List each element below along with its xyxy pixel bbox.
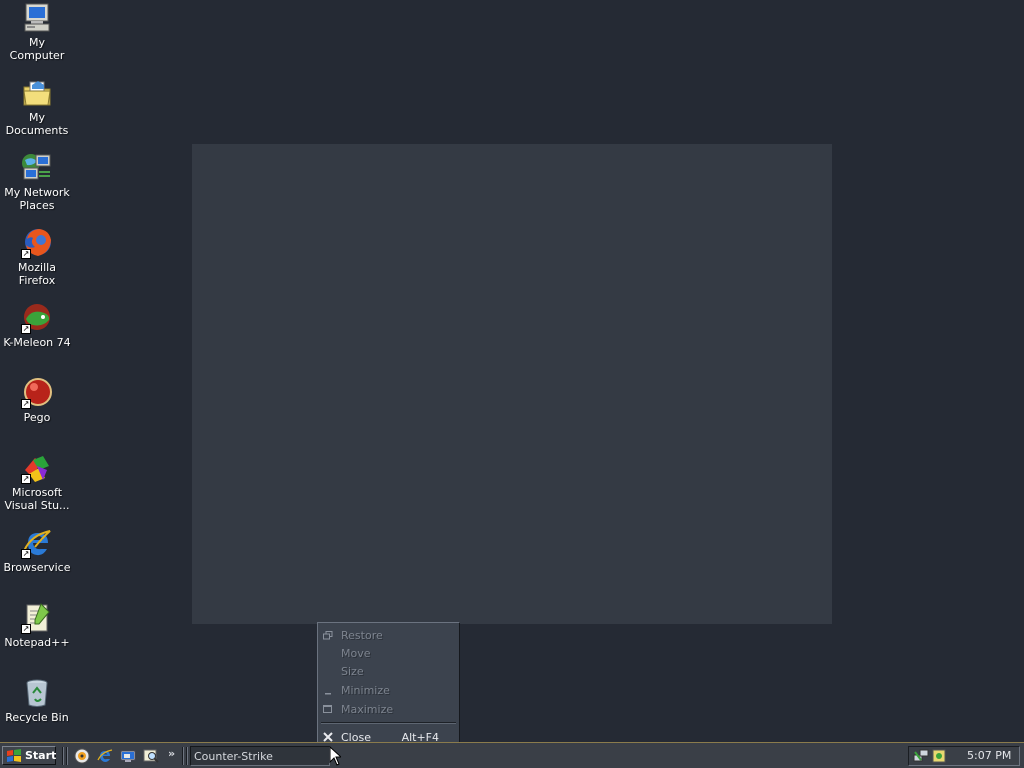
- desktop-icon-label: Recycle Bin: [5, 711, 69, 724]
- start-label: Start: [25, 749, 57, 762]
- desktop-icon-label: My Computer: [9, 36, 65, 62]
- documents-folder-icon: [21, 77, 53, 109]
- taskbar-button-label: Counter-Strike: [194, 749, 273, 763]
- desktop-icon-label: K-Meleon 74: [3, 336, 71, 349]
- desktop-icon-label: Notepad++: [4, 636, 70, 649]
- mouse-cursor-icon: [329, 746, 341, 766]
- menu-item-label: Restore: [341, 628, 383, 642]
- desktop-icon-k-meleon[interactable]: ↗ K-Meleon 74: [0, 302, 74, 349]
- menu-item-size: Size: [318, 662, 459, 680]
- desktop-icon-my-computer[interactable]: My Computer: [0, 2, 74, 62]
- taskbar-divider: [62, 747, 64, 765]
- menu-item-maximize: Maximize: [318, 700, 459, 718]
- desktop-icon-label: Mozilla Firefox: [18, 261, 56, 287]
- taskbar-button-counter-strike[interactable]: Counter-Strike: [190, 746, 330, 766]
- ie-icon[interactable]: [97, 748, 113, 764]
- desktop-icon-visual-studio[interactable]: ↗ Microsoft Visual Stu...: [0, 452, 74, 512]
- shortcut-arrow-icon: ↗: [21, 624, 31, 634]
- menu-item-label: Size: [341, 664, 364, 678]
- network-tray-icon[interactable]: [913, 749, 929, 763]
- taskbar: Start » Counter-Strike 5:07 PM: [0, 742, 1024, 768]
- taskbar-divider: [182, 747, 184, 765]
- computer-icon: [21, 2, 53, 34]
- network-places-icon: [21, 152, 53, 184]
- taskbar-divider: [66, 747, 68, 765]
- menu-item-label: Maximize: [341, 702, 394, 716]
- desktop-icon-pego[interactable]: ↗ Pego: [0, 377, 74, 424]
- search-icon[interactable]: [143, 748, 159, 764]
- menu-item-move: Move: [318, 644, 459, 662]
- desktop-icon-label: My Network Places: [4, 186, 70, 212]
- notepadpp-icon: ↗: [21, 602, 53, 634]
- shortcut-arrow-icon: ↗: [21, 249, 31, 259]
- shortcut-arrow-icon: ↗: [21, 399, 31, 409]
- game-window[interactable]: [192, 144, 832, 624]
- window-system-menu: Restore Move Size Minimize Maximize Clos…: [317, 622, 460, 748]
- menu-item-restore: Restore: [318, 626, 459, 644]
- windows-logo-icon: [6, 748, 22, 763]
- desktop-icon-notepadpp[interactable]: ↗ Notepad++: [0, 602, 74, 649]
- desktop-icon-mozilla-firefox[interactable]: ↗ Mozilla Firefox: [0, 227, 74, 287]
- desktop-icon-recycle-bin[interactable]: Recycle Bin: [0, 677, 74, 724]
- firefox-icon: ↗: [21, 227, 53, 259]
- desktop-icon-label: My Documents: [5, 111, 69, 137]
- menu-item-label: Minimize: [341, 683, 390, 697]
- start-button[interactable]: Start: [2, 746, 56, 765]
- show-desktop-icon[interactable]: [120, 748, 136, 764]
- minimize-icon: [318, 686, 338, 695]
- recycle-bin-icon: [21, 677, 53, 709]
- desktop-icon-my-network-places[interactable]: My Network Places: [0, 152, 74, 212]
- media-player-icon[interactable]: [74, 748, 90, 764]
- maximize-icon: [318, 704, 338, 714]
- pego-icon: ↗: [21, 377, 53, 409]
- desktop-icon-label: Microsoft Visual Stu...: [4, 486, 70, 512]
- volume-tray-icon[interactable]: [931, 749, 947, 763]
- desktop-icon-label: Browservice: [3, 561, 71, 574]
- visual-studio-icon: ↗: [21, 452, 53, 484]
- desktop-icon-label: Pego: [23, 411, 51, 424]
- shortcut-arrow-icon: ↗: [21, 324, 31, 334]
- ie-icon: ↗: [21, 527, 53, 559]
- menu-item-label: Move: [341, 646, 371, 660]
- desktop-icon-my-documents[interactable]: My Documents: [0, 77, 74, 137]
- taskbar-divider: [186, 747, 188, 765]
- restore-icon: [318, 630, 338, 640]
- shortcut-arrow-icon: ↗: [21, 549, 31, 559]
- quick-launch-more-button[interactable]: »: [168, 747, 175, 760]
- close-icon: [318, 732, 338, 742]
- menu-item-minimize: Minimize: [318, 681, 459, 699]
- system-tray: 5:07 PM: [908, 746, 1020, 766]
- desktop-icon-browservice[interactable]: ↗ Browservice: [0, 527, 74, 574]
- taskbar-clock[interactable]: 5:07 PM: [967, 749, 1011, 762]
- kmeleon-icon: ↗: [21, 302, 53, 334]
- menu-separator: [321, 722, 456, 724]
- shortcut-arrow-icon: ↗: [21, 474, 31, 484]
